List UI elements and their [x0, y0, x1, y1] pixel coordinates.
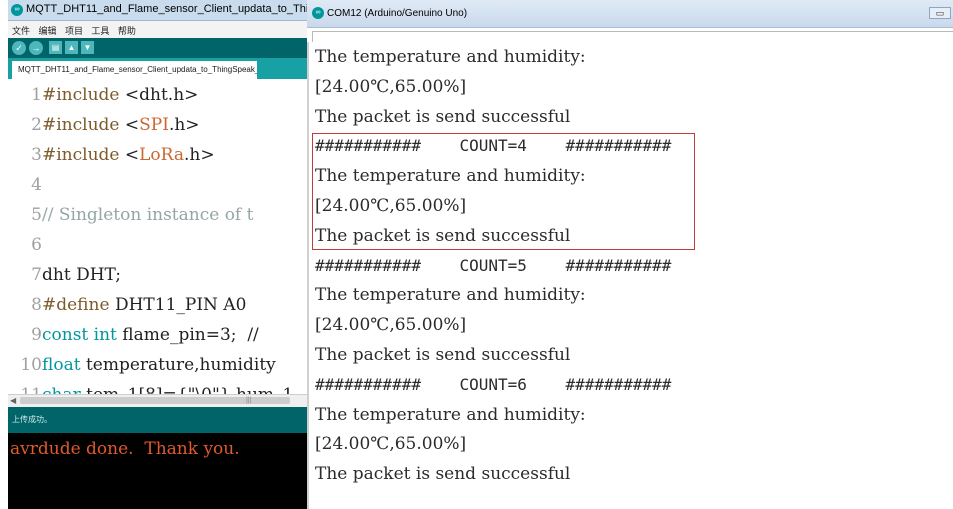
- code-line: 9const int flame_pin=3; //: [8, 320, 259, 350]
- console-output: avrdude done. Thank you.: [10, 439, 240, 459]
- upload-status-text: 上传成功。: [12, 415, 52, 424]
- code-token: LoRa: [139, 145, 184, 165]
- code-token: #include: [42, 85, 125, 105]
- line-number: 7: [31, 265, 42, 285]
- upload-icon[interactable]: →: [29, 41, 43, 55]
- code-token: #include: [42, 115, 125, 135]
- line-number: 5: [31, 205, 42, 225]
- serial-output-line: The packet is send successful: [315, 225, 571, 246]
- serial-output-line: The packet is send successful: [315, 345, 571, 365]
- new-sketch-icon[interactable]: ▤: [49, 41, 62, 54]
- code-token: <: [124, 145, 140, 165]
- scrollbar-grip-icon: |||: [246, 397, 252, 404]
- ide-window-title: MQTT_DHT11_and_Flame_sensor_Client_updat…: [26, 3, 308, 15]
- verify-icon[interactable]: ✓: [12, 41, 26, 55]
- line-number: 2: [31, 115, 42, 135]
- serial-output-line: The packet is send successful: [315, 106, 571, 127]
- window-restore-icon[interactable]: ▭: [929, 7, 951, 19]
- ide-tab-strip: MQTT_DHT11_and_Flame_sensor_Client_updat…: [8, 58, 308, 79]
- ide-status-bar: 上传成功。: [8, 407, 308, 433]
- code-token: tem_1[8]={"\0"},hum_1: [86, 385, 293, 394]
- serial-output-line: ########### COUNT=4 ###########: [315, 136, 672, 156]
- arduino-app-icon: ∞: [312, 7, 324, 19]
- serial-output: The temperature and humidity: [24.00℃,65.…: [307, 42, 953, 509]
- code-token: temperature,humidity: [85, 355, 276, 375]
- arduino-app-icon: ∞: [11, 4, 23, 16]
- code-token: float: [42, 355, 86, 375]
- code-token: dht DHT;: [42, 265, 121, 285]
- serial-output-line: The temperature and humidity:: [315, 166, 586, 187]
- serial-output-line: [24.00℃,65.00%]: [315, 434, 467, 455]
- arduino-ide-window: ∞ MQTT_DHT11_and_Flame_sensor_Client_upd…: [8, 0, 308, 509]
- open-sketch-icon[interactable]: ▲: [65, 41, 78, 54]
- save-sketch-icon[interactable]: ▼: [81, 41, 94, 54]
- code-token: flame_pin=3; //: [122, 325, 259, 345]
- line-number: 1: [31, 85, 42, 105]
- code-token: // Singleton instance of t: [42, 205, 254, 225]
- serial-output-line: ########### COUNT=6 ###########: [315, 374, 672, 394]
- ide-title-bar[interactable]: ∞ MQTT_DHT11_and_Flame_sensor_Client_upd…: [8, 0, 308, 21]
- code-token: char: [42, 385, 86, 394]
- line-number: 6: [31, 235, 42, 255]
- code-token: SPI: [139, 115, 169, 135]
- code-token: <: [124, 115, 140, 135]
- code-token: DHT11_PIN A0: [114, 295, 247, 315]
- code-line: 5// Singleton instance of t: [8, 200, 253, 230]
- serial-output-line: The temperature and humidity:: [315, 285, 586, 306]
- code-line: 10float temperature,humidity: [8, 350, 276, 380]
- serial-output-line: [24.00℃,65.00%]: [315, 196, 467, 216]
- serial-title-bar[interactable]: ∞ COM12 (Arduino/Genuino Uno) ▭: [307, 0, 953, 28]
- code-line: 7dht DHT;: [8, 260, 121, 290]
- ide-console: avrdude done. Thank you.: [8, 433, 308, 509]
- line-number: 11: [8, 380, 42, 394]
- code-line: 4: [8, 170, 42, 200]
- serial-monitor-window: ∞ COM12 (Arduino/Genuino Uno) ▭ The temp…: [307, 0, 953, 509]
- ide-toolbar: ✓ → ▤ ▲ ▼: [8, 38, 308, 58]
- line-number: 10: [20, 355, 42, 375]
- code-line: 11char tem_1[8]={"\0"},hum_1: [8, 380, 293, 394]
- code-token: #include: [42, 145, 125, 165]
- serial-output-line: ########### COUNT=5 ###########: [315, 255, 672, 275]
- code-token: const int: [42, 325, 123, 345]
- line-number: 9: [31, 325, 42, 345]
- serial-output-line: [24.00℃,65.00%]: [315, 76, 467, 97]
- code-editor[interactable]: 1#include <dht.h> 2#include <SPI.h> 3#incl…: [8, 80, 308, 394]
- tab-sketch[interactable]: MQTT_DHT11_and_Flame_sensor_Client_updat…: [12, 61, 257, 79]
- serial-output-line: The temperature and humidity:: [315, 404, 586, 425]
- code-token: #define: [42, 295, 115, 315]
- line-number: 8: [31, 295, 42, 315]
- serial-output-line: [24.00℃,65.00%]: [315, 315, 467, 336]
- code-token: .h>: [168, 115, 200, 135]
- code-line: 3#include <LoRa.h>: [8, 140, 215, 170]
- code-line: 8#define DHT11_PIN A0: [8, 290, 246, 320]
- serial-output-line: The packet is send successful: [315, 464, 571, 485]
- serial-output-line: The temperature and humidity:: [315, 47, 586, 67]
- serial-window-title: COM12 (Arduino/Genuino Uno): [327, 8, 468, 19]
- code-token: <dht.h>: [124, 85, 199, 105]
- line-number: 3: [31, 145, 42, 165]
- code-line: 6: [8, 230, 42, 260]
- editor-horizontal-scrollbar[interactable]: ◀ |||: [8, 394, 308, 407]
- code-line: 2#include <SPI.h>: [8, 110, 200, 140]
- scroll-left-icon[interactable]: ◀: [10, 395, 16, 407]
- code-line: 1#include <dht.h>: [8, 80, 198, 110]
- code-token: .h>: [184, 145, 215, 165]
- ide-menu-bar: 文件 编辑 项目 工具 帮助: [8, 21, 308, 38]
- line-number: 4: [31, 175, 42, 195]
